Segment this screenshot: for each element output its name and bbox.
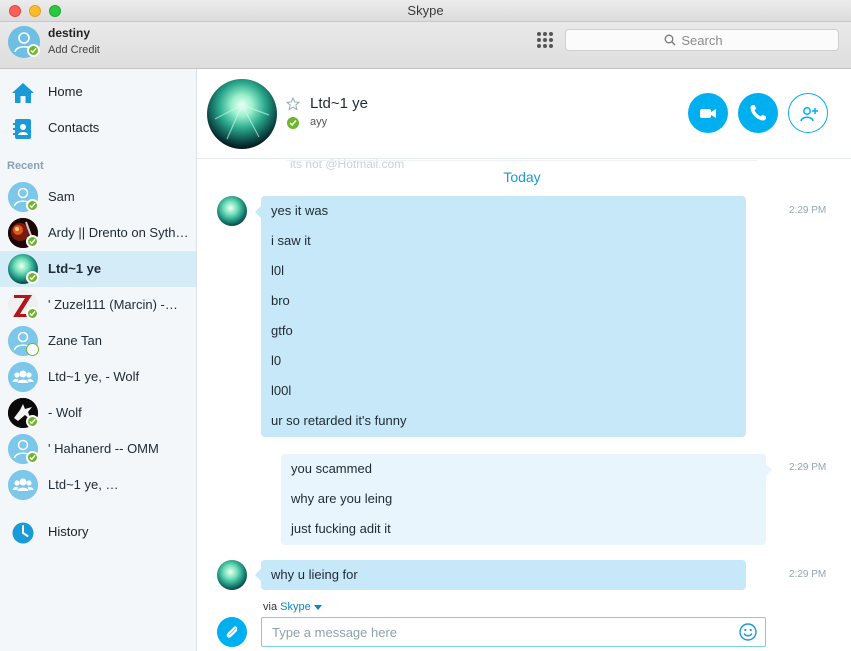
message-text: l0l	[271, 263, 285, 278]
profile-photo-icon	[217, 560, 247, 590]
attach-button[interactable]	[217, 617, 247, 647]
recent-contact-zane-tan[interactable]: Zane Tan	[0, 323, 196, 359]
sidebar: Home Contacts Recent Sam Ardy || Drento …	[0, 69, 197, 651]
video-call-button[interactable]	[688, 93, 728, 133]
nav-home[interactable]: Home	[0, 75, 196, 109]
message-composer[interactable]	[261, 617, 766, 647]
video-camera-icon	[700, 109, 716, 118]
send-via-selector[interactable]: via Skype	[263, 601, 322, 613]
profile-photo-icon	[217, 196, 247, 226]
contact-name: Ltd~1 ye, …	[48, 477, 119, 492]
message-text: gtfo	[271, 323, 293, 338]
add-people-button[interactable]	[788, 93, 828, 133]
contact-name: Zane Tan	[48, 333, 102, 348]
message-bubble-outgoing[interactable]: you scammed why are you leing just fucki…	[281, 454, 772, 545]
divider	[287, 160, 757, 161]
online-status-icon	[27, 44, 40, 57]
message-text: you scammed	[291, 461, 372, 476]
message-timestamp: 2:29 PM	[789, 462, 827, 473]
search-box[interactable]	[565, 29, 839, 51]
message-bubble-incoming[interactable]: yes it was i saw it l0l bro gtfo l0 l00l…	[255, 196, 746, 437]
message-text: i saw it	[271, 233, 311, 248]
recent-group-ltd[interactable]: Ltd~1 ye, …	[0, 467, 196, 503]
close-window-button[interactable]	[9, 5, 21, 17]
contacts-book-icon	[13, 119, 31, 139]
recent-contact-ardy[interactable]: Ardy || Drento on Sythe ||	[0, 215, 196, 251]
contact-name: Ltd~1 ye, - Wolf	[48, 369, 140, 384]
window-title: Skype	[407, 3, 444, 18]
recent-contact-zuzel111[interactable]: ' Zuzel111 (Marcin) -…	[0, 287, 196, 323]
online-status-icon	[287, 117, 299, 129]
dialpad-icon[interactable]	[537, 32, 553, 48]
message-text: yes it was	[271, 203, 329, 218]
caret-down-icon	[313, 604, 322, 610]
message-text: l0	[271, 353, 282, 368]
sender-avatar[interactable]	[217, 196, 247, 226]
message-bubble-incoming[interactable]: why u lieing for	[255, 560, 746, 590]
recent-contact-wolf[interactable]: - Wolf	[0, 395, 196, 431]
nav-home-label: Home	[48, 84, 83, 99]
nav-contacts-label: Contacts	[48, 120, 100, 135]
message-timestamp: 2:29 PM	[789, 569, 827, 580]
account-bar: destiny Add Credit	[0, 22, 851, 69]
add-credit-link[interactable]: Add Credit	[48, 44, 100, 56]
sender-avatar[interactable]	[217, 560, 247, 590]
message-timestamp: 2:29 PM	[789, 205, 827, 216]
recent-contact-hahanerd[interactable]: ' Hahanerd -- OMM	[0, 431, 196, 467]
paperclip-icon	[226, 626, 238, 638]
message-text: l00l	[271, 383, 292, 398]
message-text: why u lieing for	[271, 567, 358, 582]
online-status-icon	[26, 235, 39, 248]
via-prefix: via	[263, 601, 278, 613]
recent-contact-sam[interactable]: Sam	[0, 179, 196, 215]
home-icon	[12, 83, 34, 103]
account-name[interactable]: destiny	[48, 26, 90, 40]
contact-avatar[interactable]	[207, 79, 277, 149]
nav-history-label: History	[48, 524, 89, 539]
avatar	[8, 470, 38, 500]
online-status-icon	[26, 199, 39, 212]
nav-contacts[interactable]: Contacts	[0, 111, 196, 145]
contact-name-heading: Ltd~1 ye	[310, 95, 368, 112]
contact-name: Sam	[48, 189, 75, 204]
message-input[interactable]	[262, 618, 732, 646]
message-text: just fucking adit it	[291, 521, 391, 536]
profile-photo-icon	[207, 79, 277, 149]
group-icon	[8, 470, 38, 500]
audio-call-button[interactable]	[738, 93, 778, 133]
clock-icon	[12, 522, 34, 544]
online-status-icon	[26, 271, 39, 284]
contact-name: Ltd~1 ye	[48, 261, 102, 276]
recent-section-label: Recent	[7, 160, 44, 172]
message-text: why are you leing	[291, 491, 393, 506]
online-status-icon	[26, 307, 39, 320]
avatar	[8, 362, 38, 392]
recent-group-ltd-wolf[interactable]: Ltd~1 ye, - Wolf	[0, 359, 196, 395]
maximize-window-button[interactable]	[49, 5, 61, 17]
conversation-panel: Ltd~1 ye ayy its not @Hotmail.com Today	[197, 69, 851, 651]
search-input[interactable]	[566, 30, 838, 50]
day-separator: Today	[503, 169, 541, 185]
contact-name: - Wolf	[48, 405, 82, 420]
favorite-star-icon[interactable]	[286, 97, 300, 111]
title-bar: Skype	[0, 0, 851, 22]
via-service-link[interactable]: Skype	[280, 601, 311, 613]
nav-history[interactable]: History	[0, 515, 196, 549]
emoticon-icon[interactable]	[739, 623, 757, 641]
message-text: bro	[271, 293, 290, 308]
mood-message: ayy	[310, 116, 328, 128]
contact-name: ' Zuzel111 (Marcin) -…	[48, 297, 178, 312]
add-person-icon	[800, 107, 818, 122]
group-icon	[8, 362, 38, 392]
message-text: ur so retarded it's funny	[271, 413, 407, 428]
phone-icon	[750, 105, 766, 121]
recent-contact-ltd-1-ye[interactable]: Ltd~1 ye	[0, 251, 196, 287]
conversation-header: Ltd~1 ye ayy	[197, 69, 851, 159]
contact-name: Ardy || Drento on Sythe ||	[48, 225, 190, 240]
contact-name: ' Hahanerd -- OMM	[48, 441, 159, 456]
minimize-window-button[interactable]	[29, 5, 41, 17]
offline-status-icon	[26, 343, 39, 356]
online-status-icon	[26, 451, 39, 464]
online-status-icon	[26, 415, 39, 428]
